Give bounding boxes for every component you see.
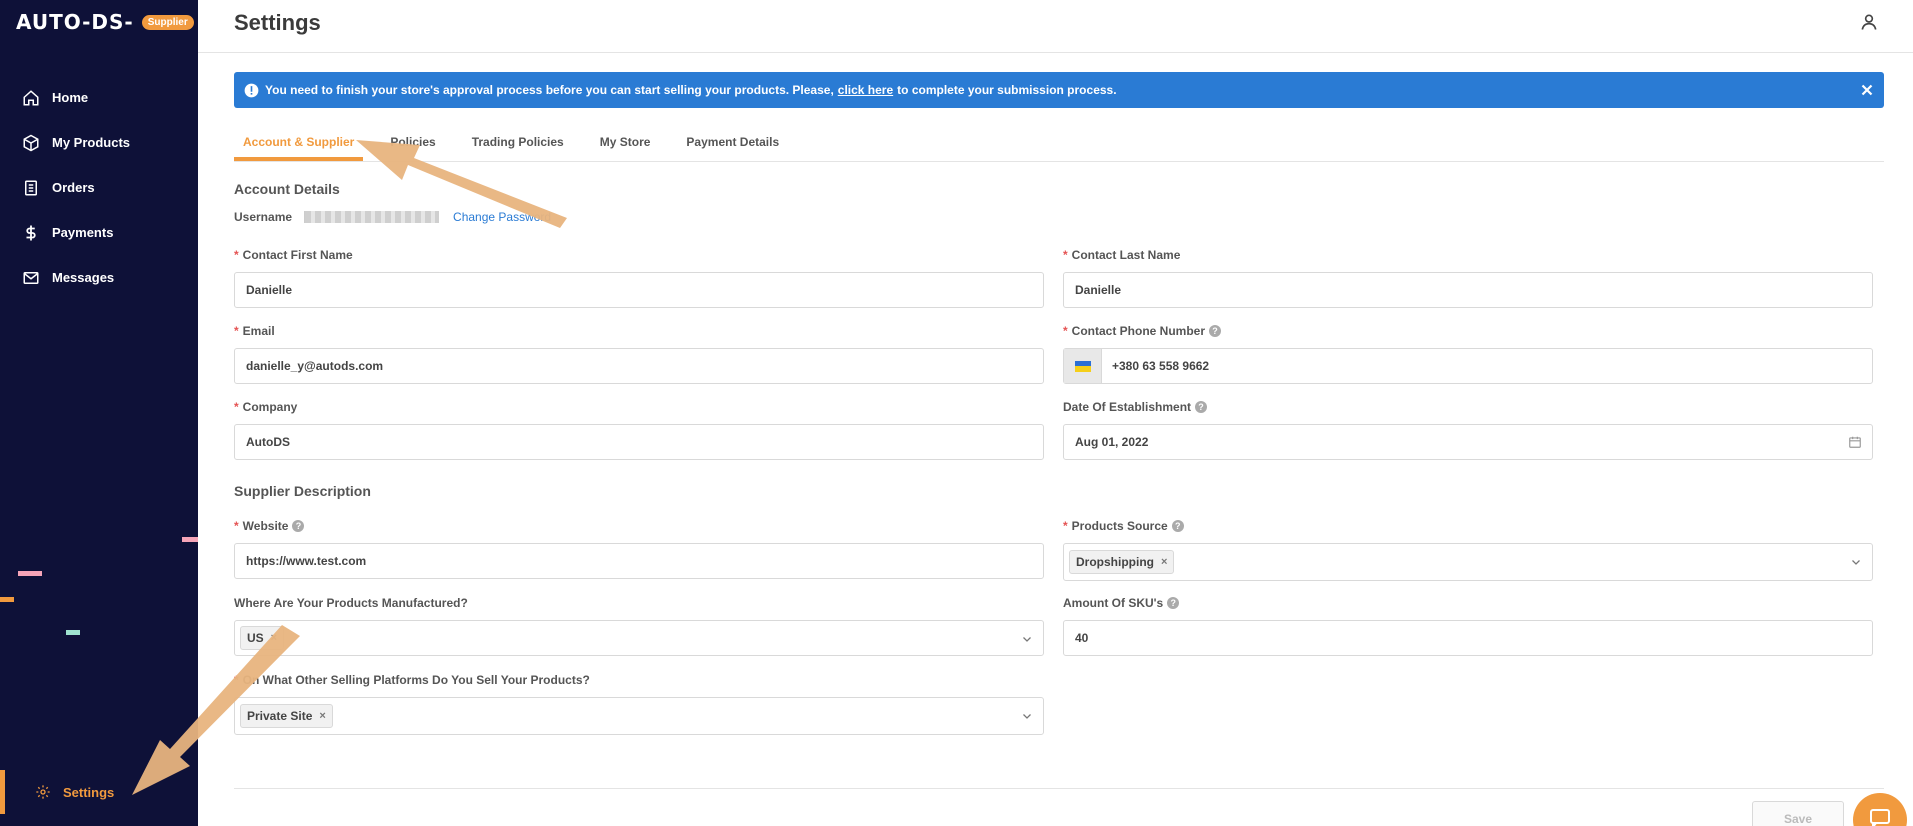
decoration — [66, 630, 80, 635]
username-row: Username Change Password — [234, 210, 551, 224]
platforms-label: * On What Other Selling Platforms Do You … — [234, 673, 590, 687]
dollar-icon — [26, 225, 36, 240]
decoration — [0, 597, 14, 602]
sidebar-item-orders[interactable]: Orders — [0, 165, 198, 210]
chevron-down-icon[interactable] — [1021, 633, 1033, 645]
header: Settings — [198, 0, 1913, 53]
tab-my-store[interactable]: My Store — [591, 130, 660, 161]
establishment-label: Date Of Establishment? — [1063, 400, 1208, 414]
email-field[interactable]: danielle_y@autods.com — [234, 348, 1044, 384]
remove-tag-icon[interactable]: × — [271, 632, 277, 644]
info-icon — [244, 83, 259, 97]
chevron-down-icon[interactable] — [1850, 556, 1862, 568]
calendar-icon[interactable] — [1848, 435, 1862, 449]
remove-tag-icon[interactable]: × — [1161, 556, 1167, 568]
alert-text: You need to finish your store's approval… — [265, 83, 834, 97]
gear-icon — [36, 785, 50, 799]
first-name-label: * Contact First Name — [234, 248, 353, 262]
sidebar-item-settings[interactable]: Settings — [0, 770, 198, 814]
phone-field[interactable]: +380 63 558 9662 — [1063, 348, 1873, 384]
company-label: * Company — [234, 400, 298, 414]
sku-label: Amount Of SKU's? — [1063, 596, 1180, 610]
account-details-title: Account Details — [234, 181, 340, 197]
remove-tag-icon[interactable]: × — [319, 710, 325, 722]
tab-policies[interactable]: Policies — [381, 130, 444, 161]
sidebar-item-home[interactable]: Home — [0, 75, 198, 120]
username-value-blurred — [304, 211, 440, 223]
manufactured-tag: US × — [240, 626, 285, 650]
company-field[interactable]: AutoDS — [234, 424, 1044, 460]
home-icon — [23, 89, 39, 105]
clipboard-icon — [25, 180, 37, 195]
tab-trading-policies[interactable]: Trading Policies — [463, 130, 573, 161]
logo[interactable]: AUTO-DS- Supplier — [16, 10, 194, 34]
supplier-badge: Supplier — [141, 14, 194, 30]
chevron-down-icon[interactable] — [1021, 710, 1033, 722]
chat-icon — [1870, 809, 1890, 826]
sidebar-item-label: Orders — [52, 180, 95, 195]
supplier-description-title: Supplier Description — [234, 483, 371, 499]
platforms-select[interactable]: Private Site × — [234, 697, 1044, 735]
establishment-date-value: Aug 01, 2022 — [1075, 435, 1149, 449]
user-icon[interactable] — [1859, 12, 1879, 32]
decoration — [18, 571, 42, 576]
products-source-label: * Products Source? — [1063, 519, 1184, 533]
close-icon[interactable] — [1858, 81, 1876, 99]
decoration — [182, 537, 198, 542]
alert-click-here-link[interactable]: click here — [838, 83, 893, 97]
tab-account-supplier[interactable]: Account & Supplier — [234, 130, 364, 161]
box-icon — [23, 134, 39, 151]
help-icon[interactable]: ? — [292, 520, 305, 532]
products-source-tag: Dropshipping × — [1069, 550, 1175, 574]
page-title: Settings — [234, 10, 321, 35]
phone-label: * Contact Phone Number? — [1063, 324, 1222, 338]
manufactured-label: Where Are Your Products Manufactured? — [234, 596, 468, 610]
logo-text: AUTO-DS- — [16, 10, 134, 34]
ukraine-flag-icon[interactable] — [1064, 349, 1102, 383]
first-name-field[interactable]: Danielle — [234, 272, 1044, 308]
sku-field[interactable]: 40 — [1063, 620, 1873, 656]
sidebar-item-label: Settings — [63, 784, 115, 800]
help-icon[interactable]: ? — [1195, 401, 1208, 413]
sidebar-nav: Home My Products Orders Payments Message… — [0, 75, 198, 300]
save-button[interactable]: Save — [1752, 801, 1844, 826]
platforms-tag: Private Site × — [240, 704, 333, 728]
chat-button[interactable] — [1853, 793, 1907, 826]
sidebar-item-my-products[interactable]: My Products — [0, 120, 198, 165]
last-name-field[interactable]: Danielle — [1063, 272, 1873, 308]
sidebar: AUTO-DS- Supplier Home My Products Order… — [0, 0, 198, 826]
sidebar-item-label: My Products — [52, 135, 131, 150]
sidebar-item-label: Home — [52, 90, 89, 105]
sidebar-item-messages[interactable]: Messages — [0, 255, 198, 300]
alert-text-after: to complete your submission process. — [897, 83, 1117, 97]
settings-tabs: Account & Supplier Policies Trading Poli… — [234, 130, 1884, 162]
email-label: * Email — [234, 324, 275, 338]
tab-payment-details[interactable]: Payment Details — [677, 130, 788, 161]
establishment-date-field[interactable]: Aug 01, 2022 — [1063, 424, 1873, 460]
footer-divider — [234, 788, 1884, 789]
help-icon[interactable]: ? — [1171, 520, 1184, 532]
sidebar-item-payments[interactable]: Payments — [0, 210, 198, 255]
phone-value: +380 63 558 9662 — [1112, 359, 1210, 373]
website-field[interactable]: https://www.test.com — [234, 543, 1044, 579]
manufactured-select[interactable]: US × — [234, 620, 1044, 656]
last-name-label: * Contact Last Name — [1063, 248, 1181, 262]
change-password-link[interactable]: Change Password — [453, 210, 551, 224]
username-label: Username — [234, 210, 293, 224]
sidebar-item-label: Messages — [52, 270, 115, 285]
sidebar-item-label: Payments — [52, 225, 114, 240]
website-label: * Website? — [234, 519, 305, 533]
approval-alert: You need to finish your store's approval… — [234, 72, 1884, 108]
mail-icon — [23, 271, 39, 284]
products-source-select[interactable]: Dropshipping × — [1063, 543, 1873, 581]
help-icon[interactable]: ? — [1209, 325, 1222, 337]
help-icon[interactable]: ? — [1167, 597, 1180, 609]
